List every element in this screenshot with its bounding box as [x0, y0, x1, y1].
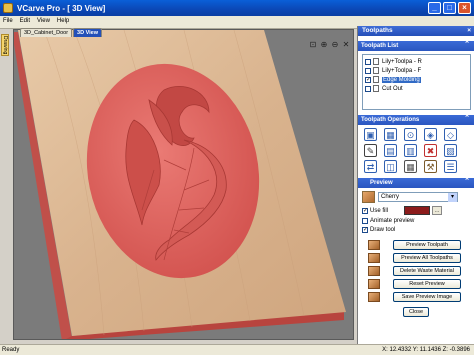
toolpath-summary-icon[interactable]: ☰ [444, 160, 457, 173]
delete-waste-material-button[interactable]: Delete Waste Material [393, 266, 461, 276]
menu-bar: File Edit View Help [0, 16, 474, 26]
zoom-in-icon[interactable]: ⊕ [320, 41, 328, 49]
status-text: Ready [2, 347, 20, 353]
fill-color-swatch[interactable] [404, 206, 431, 215]
panel-close-icon[interactable]: × [467, 26, 471, 36]
toolpath-operations-heading[interactable]: Toolpath Operations [358, 114, 474, 125]
toolpath-label: Lily+Toolpa - R [382, 58, 422, 65]
cursor-coordinates: X: 12.4332 Y: 11.1436 Z: -0.3896 [382, 347, 470, 353]
zoom-out-icon[interactable]: ⊖ [331, 41, 339, 49]
rough-toolpath-icon[interactable]: ▤ [384, 144, 397, 157]
drawing-side-tab[interactable]: Drawing [1, 34, 9, 56]
delete-toolpath-icon[interactable]: ✖ [424, 144, 437, 157]
calculator-icon[interactable]: ▦ [404, 160, 417, 173]
status-bar: Ready X: 12.4332 Y: 11.1436 Z: -0.3896 [0, 344, 474, 355]
tab-3d-cabinet-door[interactable]: 3D_Cabinet_Door [20, 28, 73, 37]
pocket-toolpath-icon[interactable]: ▦ [384, 128, 397, 141]
reset-preview-button[interactable]: Reset Preview [393, 279, 461, 289]
save-preview-icon [368, 292, 380, 302]
preview-toolpath-button[interactable]: Preview Toolpath [393, 240, 461, 250]
close-button[interactable]: × [458, 2, 471, 14]
list-item[interactable]: Cut Out [365, 84, 468, 93]
reset-preview-icon [368, 279, 380, 289]
toolpath-label: Edge Molding [382, 76, 421, 83]
tool-database-icon[interactable]: ⚒ [424, 160, 437, 173]
color-picker-button[interactable]: … [432, 206, 443, 215]
preview-section: Cherry ✓ Use fill … Animate preview ✓ Dr… [358, 188, 474, 323]
zoom-fit-icon[interactable]: ⊡ [309, 41, 317, 49]
toolpath-checkbox[interactable] [365, 58, 371, 65]
toolpaths-panel-title: Toolpaths [362, 27, 393, 34]
tab-3d-view[interactable]: 3D View [73, 28, 103, 37]
document-tabs: 3D_Cabinet_Door 3D View [20, 28, 103, 38]
preview-all-icon [368, 253, 380, 263]
toolpath-tool-icon [373, 76, 379, 83]
toolpath-list: Lily+Toolpa - R Lily+Toolpa - F ✓ Edge M… [362, 54, 471, 110]
window-title: VCarve Pro - [ 3D View] [17, 3, 106, 13]
vcarve-toolpath-icon[interactable]: ◇ [444, 128, 457, 141]
preview-all-toolpaths-button[interactable]: Preview All Toolpaths [393, 253, 461, 263]
preview-heading-label: Preview [370, 180, 393, 186]
animate-preview-label: Animate preview [370, 218, 415, 224]
toolpath-label: Cut Out [382, 85, 403, 92]
3d-scene [14, 30, 346, 339]
3d-viewport[interactable] [13, 29, 354, 340]
minimize-button[interactable]: _ [428, 2, 441, 14]
toolpath-checkbox[interactable] [365, 85, 371, 92]
merge-toolpath-icon[interactable]: ⇄ [364, 160, 377, 173]
close-preview-button[interactable]: Close [403, 307, 429, 317]
toolpaths-panel-header: Toolpaths × [358, 26, 474, 36]
use-fill-checkbox[interactable]: ✓ [362, 207, 368, 214]
toolpath-tool-icon [373, 85, 379, 92]
edit-toolpath-icon[interactable]: ✎ [364, 144, 377, 157]
toolpath-list-heading[interactable]: Toolpath List [358, 40, 474, 51]
toolpath-checkbox[interactable]: ✓ [365, 76, 371, 83]
material-select[interactable]: Cherry [378, 192, 458, 202]
toolpath-tool-icon [373, 58, 379, 65]
delete-waste-icon [368, 266, 380, 276]
menu-file[interactable]: File [3, 18, 13, 24]
preview-heading[interactable]: Preview [358, 177, 474, 188]
toolpath-checkbox[interactable] [365, 67, 371, 74]
material-swatch-icon [362, 191, 375, 203]
template-toolpath-icon[interactable]: ◫ [384, 160, 397, 173]
menu-edit[interactable]: Edit [20, 18, 30, 24]
toolpath-tool-icon [373, 67, 379, 74]
view-toolbar: ⊡ ⊕ ⊖ ✕ [309, 41, 350, 49]
profile-toolpath-icon[interactable]: ▣ [364, 128, 377, 141]
save-toolpath-icon[interactable]: ▧ [444, 144, 457, 157]
toolpath-label: Lily+Toolpa - F [382, 67, 422, 74]
finish-toolpath-icon[interactable]: ▥ [404, 144, 417, 157]
title-bar: VCarve Pro - [ 3D View] _ □ × [0, 0, 474, 16]
toolpaths-panel: Toolpaths × Toolpath List Lily+Toolpa - … [357, 26, 474, 344]
menu-view[interactable]: View [37, 18, 50, 24]
close-view-icon[interactable]: ✕ [342, 41, 350, 49]
use-fill-label: Use fill [370, 207, 389, 214]
inlay-toolpath-icon[interactable]: ◈ [424, 128, 437, 141]
save-preview-image-button[interactable]: Save Preview Image [393, 292, 461, 302]
toolpath-operations-grid: ▣ ▦ ⊙ ◈ ◇ ✎ ▤ ▥ ✖ ▧ ⇄ ◫ ▦ ⚒ ☰ [358, 125, 474, 176]
maximize-button[interactable]: □ [443, 2, 456, 14]
menu-help[interactable]: Help [57, 18, 69, 24]
app-icon [3, 3, 13, 13]
draw-tool-checkbox[interactable]: ✓ [362, 227, 368, 233]
list-item[interactable]: ✓ Edge Molding [365, 75, 468, 84]
list-item[interactable]: Lily+Toolpa - R [365, 57, 468, 66]
preview-toolpath-icon [368, 240, 380, 250]
drill-toolpath-icon[interactable]: ⊙ [404, 128, 417, 141]
draw-tool-label: Draw tool [370, 227, 396, 233]
animate-preview-checkbox[interactable] [362, 218, 368, 224]
list-item[interactable]: Lily+Toolpa - F [365, 66, 468, 75]
